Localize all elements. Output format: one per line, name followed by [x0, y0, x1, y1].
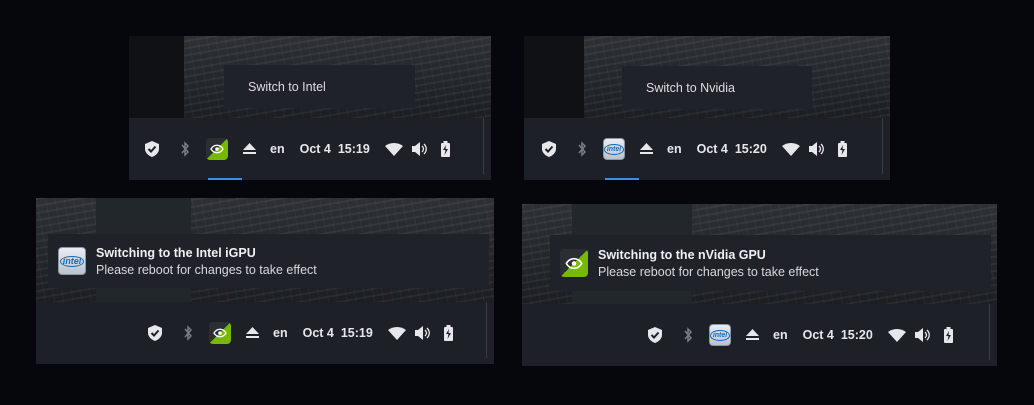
- panel-bottom-right: Switching to the nVidia GPU Please reboo…: [522, 204, 997, 366]
- notification-title: Switching to the Intel iGPU: [96, 245, 256, 260]
- shield-icon[interactable]: [540, 137, 558, 161]
- clock-time[interactable]: 15:20: [735, 137, 767, 161]
- eject-icon[interactable]: [639, 137, 653, 161]
- eject-icon[interactable]: [242, 137, 256, 161]
- volume-icon[interactable]: [914, 323, 931, 347]
- taskbar: en Oct 4 15:19: [129, 118, 491, 180]
- battery-icon[interactable]: [441, 137, 451, 161]
- clock-time[interactable]: 15:20: [841, 323, 873, 347]
- switch-to-intel-item[interactable]: Switch to Intel: [248, 80, 326, 94]
- bluetooth-icon[interactable]: [576, 137, 588, 161]
- intel-icon[interactable]: intel: [709, 324, 731, 346]
- keyboard-layout-indicator[interactable]: en: [667, 137, 682, 161]
- panel-top-right: Switch to Nvidia intel en Oct 4 15:20: [524, 36, 890, 180]
- taskbar: intel en Oct 4 15:20: [524, 118, 890, 180]
- volume-icon[interactable]: [808, 137, 825, 161]
- panel-top-left: Switch to Intel en Oct 4 15:19: [129, 36, 491, 180]
- keyboard-layout-indicator[interactable]: en: [270, 137, 285, 161]
- clock-date[interactable]: Oct 4: [300, 137, 331, 161]
- notification[interactable]: intel Switching to the Intel iGPU Please…: [48, 234, 489, 288]
- shield-icon[interactable]: [146, 321, 164, 345]
- nvidia-icon[interactable]: [209, 322, 231, 344]
- keyboard-layout-indicator[interactable]: en: [773, 323, 788, 347]
- gpu-switch-menu[interactable]: Switch to Intel: [224, 65, 415, 108]
- battery-icon[interactable]: [838, 137, 848, 161]
- panel-bottom-left: intel Switching to the Intel iGPU Please…: [36, 198, 494, 364]
- bluetooth-icon[interactable]: [682, 323, 694, 347]
- battery-icon[interactable]: [444, 321, 454, 345]
- battery-icon[interactable]: [944, 323, 954, 347]
- volume-icon[interactable]: [411, 137, 428, 161]
- intel-icon: intel: [58, 247, 86, 275]
- bluetooth-icon[interactable]: [179, 137, 191, 161]
- taskbar: en Oct 4 15:19: [36, 302, 494, 364]
- notification[interactable]: Switching to the nVidia GPU Please reboo…: [550, 235, 991, 291]
- clock-date[interactable]: Oct 4: [803, 323, 834, 347]
- shield-icon[interactable]: [143, 137, 161, 161]
- clock-time[interactable]: 15:19: [341, 321, 373, 345]
- eject-icon[interactable]: [245, 321, 259, 345]
- notification-body: Please reboot for changes to take effect: [598, 264, 819, 279]
- shield-icon[interactable]: [646, 323, 664, 347]
- active-indicator: [605, 178, 639, 180]
- eject-icon[interactable]: [745, 323, 759, 347]
- wifi-icon[interactable]: [387, 321, 406, 345]
- taskbar: intel en Oct 4 15:20: [522, 304, 997, 366]
- volume-icon[interactable]: [414, 321, 431, 345]
- gpu-switch-menu[interactable]: Switch to Nvidia: [622, 66, 812, 109]
- switch-to-nvidia-item[interactable]: Switch to Nvidia: [646, 81, 735, 95]
- notification-body: Please reboot for changes to take effect: [96, 262, 317, 277]
- keyboard-layout-indicator[interactable]: en: [273, 321, 288, 345]
- wifi-icon[interactable]: [384, 137, 403, 161]
- nvidia-icon[interactable]: [206, 138, 228, 160]
- wifi-icon[interactable]: [781, 137, 800, 161]
- notification-title: Switching to the nVidia GPU: [598, 247, 766, 262]
- nvidia-icon: [560, 249, 588, 277]
- wifi-icon[interactable]: [887, 323, 906, 347]
- bluetooth-icon[interactable]: [182, 321, 194, 345]
- clock-date[interactable]: Oct 4: [697, 137, 728, 161]
- active-indicator: [208, 178, 242, 180]
- intel-icon[interactable]: intel: [603, 138, 625, 160]
- clock-date[interactable]: Oct 4: [303, 321, 334, 345]
- clock-time[interactable]: 15:19: [338, 137, 370, 161]
